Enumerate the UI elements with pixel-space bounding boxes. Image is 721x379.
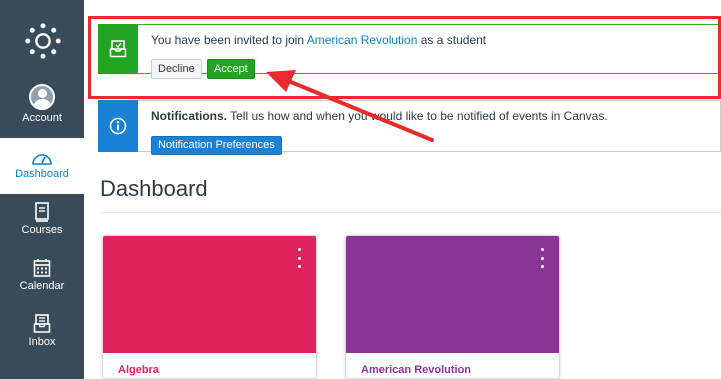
accept-button[interactable]: Accept: [207, 59, 255, 79]
courses-book-icon: [35, 202, 49, 222]
course-invitation-banner: You have been invited to join American R…: [98, 24, 721, 79]
calendar-icon: [33, 259, 51, 277]
nav-item-inbox[interactable]: Inbox: [0, 308, 84, 362]
invitation-text-after: as a student: [417, 33, 487, 47]
invitation-inbox-icon: [109, 40, 127, 58]
course-card-name[interactable]: Algebra: [118, 364, 159, 376]
canvas-logo-icon[interactable]: [24, 22, 62, 60]
course-card-hero[interactable]: [346, 236, 559, 353]
nav-account-label: Account: [22, 112, 62, 124]
page-title: Dashboard: [100, 176, 208, 201]
course-card-name[interactable]: American Revolution: [361, 364, 471, 376]
global-nav: Account Dashboard Courses Calendar Inbox: [0, 0, 84, 379]
card-options-menu-icon[interactable]: [296, 248, 302, 268]
info-icon: [109, 117, 127, 135]
invitation-text-before: You have been invited to join: [151, 33, 307, 47]
nav-calendar-label: Calendar: [19, 280, 65, 292]
avatar-icon: [29, 84, 55, 110]
nav-dashboard-label: Dashboard: [15, 168, 69, 180]
banner-icon-area: [98, 100, 138, 152]
title-divider: [100, 212, 721, 213]
course-card-american-revolution[interactable]: American Revolution: [345, 235, 560, 379]
banner-icon-area: [98, 24, 138, 74]
card-options-menu-icon[interactable]: [539, 248, 545, 268]
invitation-course-link[interactable]: American Revolution: [307, 33, 418, 47]
nav-item-calendar[interactable]: Calendar: [0, 252, 84, 306]
notifications-message: Notifications. Tell us how and when you …: [151, 109, 608, 123]
nav-courses-label: Courses: [21, 224, 63, 236]
decline-button[interactable]: Decline: [151, 59, 202, 79]
notification-preferences-button[interactable]: Notification Preferences: [151, 136, 282, 155]
nav-item-dashboard[interactable]: Dashboard: [0, 138, 84, 194]
nav-inbox-label: Inbox: [28, 336, 56, 348]
notifications-heading: Notifications.: [151, 109, 228, 123]
course-card-algebra[interactable]: Algebra: [102, 235, 317, 379]
nav-item-account[interactable]: Account: [0, 84, 84, 138]
course-card-hero[interactable]: [103, 236, 316, 353]
notifications-banner: Notifications. Tell us how and when you …: [98, 100, 721, 155]
notifications-text: Tell us how and when you would like to b…: [227, 109, 608, 123]
nav-item-courses[interactable]: Courses: [0, 196, 84, 250]
invitation-message: You have been invited to join American R…: [151, 33, 486, 47]
inbox-icon: [33, 314, 51, 333]
canvas-app: Account Dashboard Courses Calendar Inbox…: [0, 0, 721, 379]
dashboard-gauge-icon: [32, 154, 52, 165]
